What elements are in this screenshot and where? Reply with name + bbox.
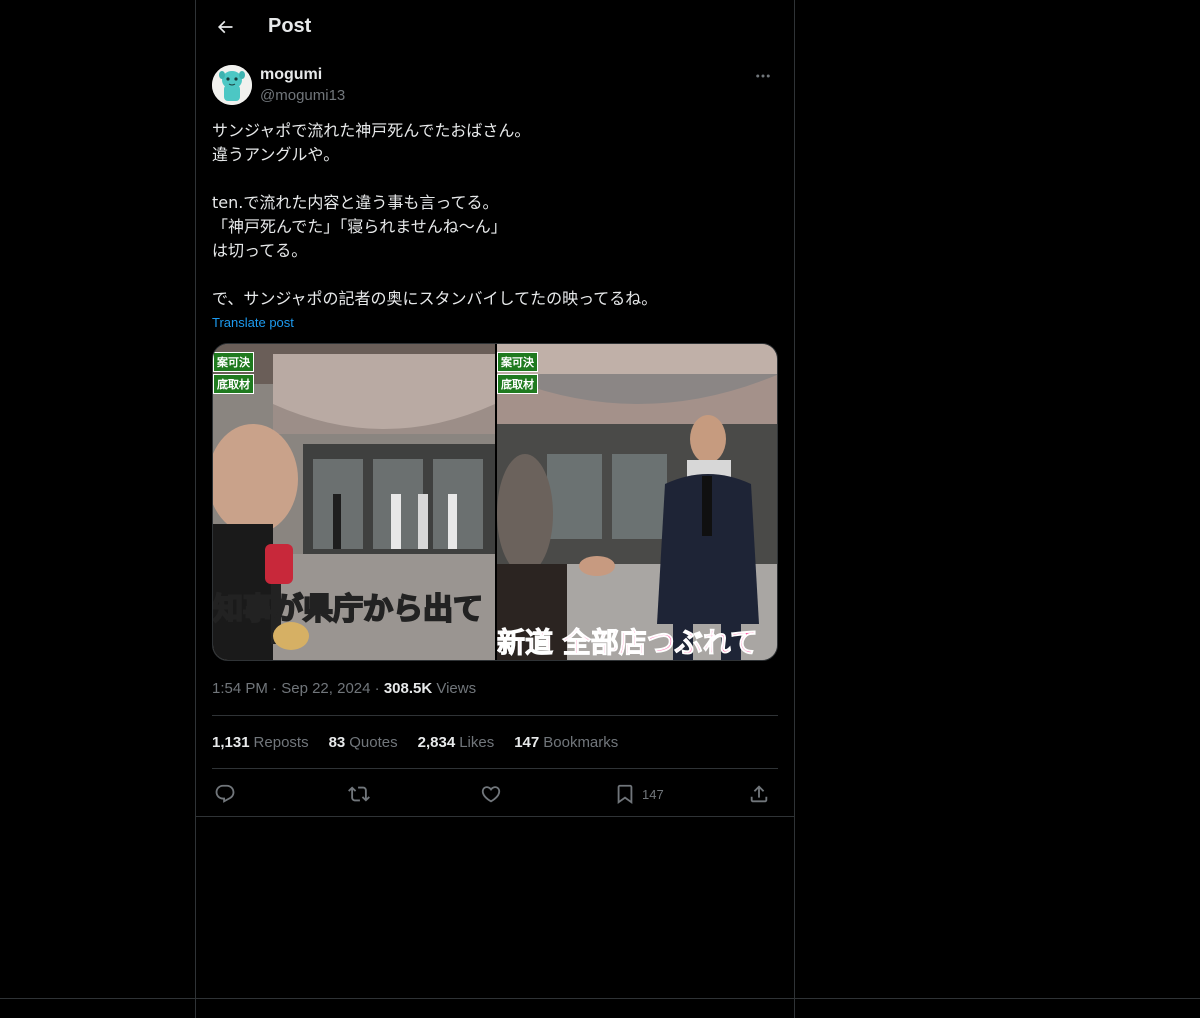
author-handle[interactable]: @mogumi13: [260, 86, 345, 106]
likes-stat[interactable]: 2,834 Likes: [418, 731, 495, 755]
quotes-label: Quotes: [349, 734, 398, 751]
heart-icon: [481, 786, 501, 803]
more-options-button[interactable]: [748, 64, 778, 88]
meta-separator: ·: [272, 680, 282, 697]
page-header: Post: [196, 0, 794, 53]
more-horizontal-icon: [756, 74, 770, 78]
post-actions: 147: [212, 778, 778, 810]
share-icon: [750, 785, 768, 803]
post-text: サンジャポで流れた神戸死んでたおばさん。 違うアングルや。 ten.で流れた内容…: [212, 121, 658, 308]
reposts-label: Reposts: [253, 734, 309, 751]
reply-icon: [215, 784, 235, 803]
post-time[interactable]: 1:54 PM: [212, 680, 268, 697]
arrow-left-icon: [217, 20, 233, 34]
bookmark-count: 147: [642, 786, 664, 802]
bookmark-icon: [617, 784, 633, 805]
media-image-left[interactable]: 案可決 底取材 知事が県庁から出て: [213, 344, 495, 660]
quotes-stat[interactable]: 83 Quotes: [329, 731, 398, 755]
likes-count: 2,834: [417, 734, 456, 751]
translate-post-link[interactable]: Translate post: [212, 314, 294, 332]
media-image-right[interactable]: 案可決 底取材 新道 全部店つぶれて: [497, 344, 777, 660]
post-bottom-border: [196, 816, 794, 817]
media-left-tag-top: 案可決: [213, 352, 254, 372]
avatar-image: [212, 65, 252, 105]
bookmark-button[interactable]: 147: [614, 778, 664, 810]
page-bottom-border: [0, 998, 1200, 999]
bookmarks-stat[interactable]: 147 Bookmarks: [514, 731, 618, 755]
bookmarks-label: Bookmarks: [543, 734, 619, 751]
media-right-tag-top: 案可決: [497, 352, 538, 372]
post-media[interactable]: 案可決 底取材 知事が県庁から出て 案可決 底取材 新道 全部店つぶれて: [212, 343, 778, 661]
divider: [212, 768, 778, 769]
likes-label: Likes: [459, 734, 495, 751]
media-left-tag-bottom: 底取材: [213, 374, 254, 394]
repost-button[interactable]: [348, 778, 370, 810]
post-meta: 1:54 PM · Sep 22, 2024 · 308.5K Views: [212, 678, 476, 700]
post-stats: 1,131 Reposts 83 Quotes 2,834 Likes 147 Book…: [212, 731, 618, 755]
like-button[interactable]: [480, 778, 502, 810]
post-author: mogumi @mogumi13: [212, 64, 778, 108]
repost-icon: [348, 786, 370, 802]
media-photo-right: [497, 344, 777, 660]
bookmarks-count: 147: [514, 734, 540, 751]
share-button[interactable]: [748, 778, 770, 810]
back-button[interactable]: [208, 10, 242, 44]
quotes-count: 83: [328, 734, 346, 751]
reposts-stat[interactable]: 1,131 Reposts: [212, 731, 309, 755]
page-title: Post: [268, 15, 312, 37]
views-count: 308.5K: [383, 680, 433, 697]
views-label: Views: [436, 680, 477, 697]
avatar[interactable]: [212, 65, 252, 105]
media-right-tag-bottom: 底取材: [497, 374, 538, 394]
media-left-caption: 知事が県庁から出て: [213, 591, 484, 628]
media-right-caption: 新道 全部店つぶれて: [497, 626, 758, 660]
post-date[interactable]: Sep 22, 2024: [281, 680, 370, 697]
divider: [212, 715, 778, 716]
reposts-count: 1,131: [212, 734, 250, 751]
main-column: Post mogumi @mogumi13 サンジャポで流れた神戸死んでたおばさ…: [195, 0, 795, 1018]
reply-button[interactable]: [214, 778, 236, 810]
meta-separator: ·: [374, 680, 384, 697]
author-display-name[interactable]: mogumi: [260, 65, 322, 85]
